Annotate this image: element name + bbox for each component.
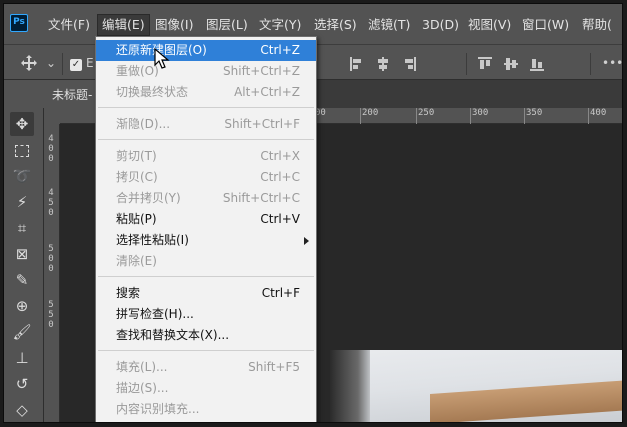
ruler-label: 350 (526, 108, 543, 118)
ruler-label: 300 (472, 108, 489, 118)
tools-panel: ✥ ➰ ⚡ ⌗ ⊠ ✎ ⊕ 🖌 ⊥ ↺ ◇ (4, 108, 44, 422)
eyedropper-tool-icon[interactable]: ✎ (10, 268, 34, 292)
move-tool-icon[interactable]: ✥ (10, 112, 34, 136)
menu-separator (98, 139, 314, 140)
tool-preset-chevron-icon[interactable]: ⌄ (46, 54, 56, 72)
menu-image[interactable]: 图像(I) (151, 15, 197, 35)
history-brush-tool-icon[interactable]: ↺ (10, 372, 34, 396)
menu-item-paste[interactable]: 粘贴(P) Ctrl+V (96, 209, 316, 230)
menu-type[interactable]: 文字(Y) (255, 15, 305, 35)
menu-window[interactable]: 窗口(W) (518, 15, 573, 35)
eraser-tool-icon[interactable]: ◇ (10, 398, 34, 422)
ruler-tick (360, 108, 361, 124)
menu-item-clear[interactable]: 清除(E) (96, 251, 316, 272)
photoshop-window: Ps 文件(F) 编辑(E) 图像(I) 图层(L) 文字(Y) 选择(S) 滤… (3, 3, 623, 423)
menu-item-find-replace[interactable]: 查找和替换文本(X)... (96, 325, 316, 346)
menu-help[interactable]: 帮助( (578, 15, 616, 35)
menu-file[interactable]: 文件(F) (44, 15, 94, 35)
ruler-label: 5 (48, 198, 54, 208)
align-bottom-icon[interactable] (530, 57, 544, 71)
ruler-label: 0 (48, 320, 54, 330)
menu-item-copy[interactable]: 拷贝(C) Ctrl+C (96, 167, 316, 188)
ruler-label: 5 (48, 310, 54, 320)
menu-item-redo[interactable]: 重做(O) Shift+Ctrl+Z (96, 61, 316, 82)
magic-wand-tool-icon[interactable]: ⚡ (10, 190, 34, 214)
move-icon[interactable] (20, 54, 38, 72)
ruler-label: 4 (48, 134, 54, 144)
menu-3d[interactable]: 3D(D) (418, 15, 463, 35)
ruler-label: 0 (48, 264, 54, 274)
menu-item-content-aware-fill[interactable]: 内容识别填充... (96, 399, 316, 420)
ruler-tick (416, 108, 417, 124)
menu-item-spell-check[interactable]: 拼写检查(H)... (96, 304, 316, 325)
ruler-label: 0 (48, 254, 54, 264)
ruler-label: 5 (48, 244, 54, 254)
menu-view[interactable]: 视图(V) (464, 15, 515, 35)
menu-layer[interactable]: 图层(L) (202, 15, 252, 35)
menu-item-stroke[interactable]: 描边(S)... (96, 378, 316, 399)
ruler-label: 0 (48, 144, 54, 154)
ruler-label: 4 (48, 188, 54, 198)
align-right-icon[interactable] (402, 57, 416, 71)
more-options-icon[interactable]: ••• (602, 54, 622, 72)
menu-item-fill[interactable]: 填充(L)... Shift+F5 (96, 357, 316, 378)
divider (466, 53, 467, 75)
menu-item-paste-special[interactable]: 选择性粘贴(I) (96, 230, 316, 251)
menu-select[interactable]: 选择(S) (310, 15, 361, 35)
lasso-tool-icon[interactable]: ➰ (10, 164, 34, 188)
healing-brush-tool-icon[interactable]: ⊕ (10, 294, 34, 318)
auto-select-label: E (86, 56, 94, 70)
ruler-label: 0 (48, 154, 54, 164)
divider (62, 53, 63, 75)
menu-item-fade[interactable]: 渐隐(D)... Shift+Ctrl+F (96, 114, 316, 135)
menu-edit[interactable]: 编辑(E) (97, 14, 150, 36)
ruler-vertical: 4 0 0 4 5 0 5 0 0 5 5 0 (44, 124, 60, 422)
menu-filter[interactable]: 滤镜(T) (364, 15, 414, 35)
align-left-icon[interactable] (350, 57, 364, 71)
clone-stamp-tool-icon[interactable]: ⊥ (10, 346, 34, 370)
menu-item-search[interactable]: 搜索 Ctrl+F (96, 283, 316, 304)
crop-tool-icon[interactable]: ⌗ (10, 216, 34, 240)
ruler-tick (588, 108, 589, 124)
ruler-label: 200 (362, 108, 379, 118)
mouse-pointer-icon (154, 48, 170, 69)
auto-select-checkbox[interactable]: ✓ (70, 59, 82, 71)
ruler-tick (470, 108, 471, 124)
ruler-label: 0 (48, 208, 54, 218)
menu-item-copy-merged[interactable]: 合并拷贝(Y) Shift+Ctrl+C (96, 188, 316, 209)
edit-menu-dropdown: 还原新建图层(O) Ctrl+Z 重做(O) Shift+Ctrl+Z 切换最终状态… (95, 36, 317, 422)
menu-separator (98, 107, 314, 108)
menu-item-cut[interactable]: 剪切(T) Ctrl+X (96, 146, 316, 167)
brush-tool-icon[interactable]: 🖌 (10, 320, 34, 344)
align-hcenter-icon[interactable] (376, 57, 390, 71)
submenu-arrow-icon (304, 237, 309, 245)
image-shadow (330, 350, 370, 422)
align-top-icon[interactable] (478, 57, 492, 71)
ruler-tick (524, 108, 525, 124)
frame-tool-icon[interactable]: ⊠ (10, 242, 34, 266)
marquee-tool-icon[interactable] (10, 138, 34, 162)
divider (590, 53, 591, 75)
menu-separator (98, 276, 314, 277)
menu-item-toggle-last-state[interactable]: 切换最终状态 Alt+Ctrl+Z (96, 82, 316, 103)
menu-item-undo-new-layer[interactable]: 还原新建图层(O) Ctrl+Z (96, 40, 316, 61)
ruler-label: 400 (590, 108, 607, 118)
photoshop-logo: Ps (10, 14, 28, 32)
menu-separator (98, 350, 314, 351)
align-vcenter-icon[interactable] (504, 57, 518, 71)
ruler-label: 5 (48, 300, 54, 310)
ruler-label: 250 (418, 108, 435, 118)
